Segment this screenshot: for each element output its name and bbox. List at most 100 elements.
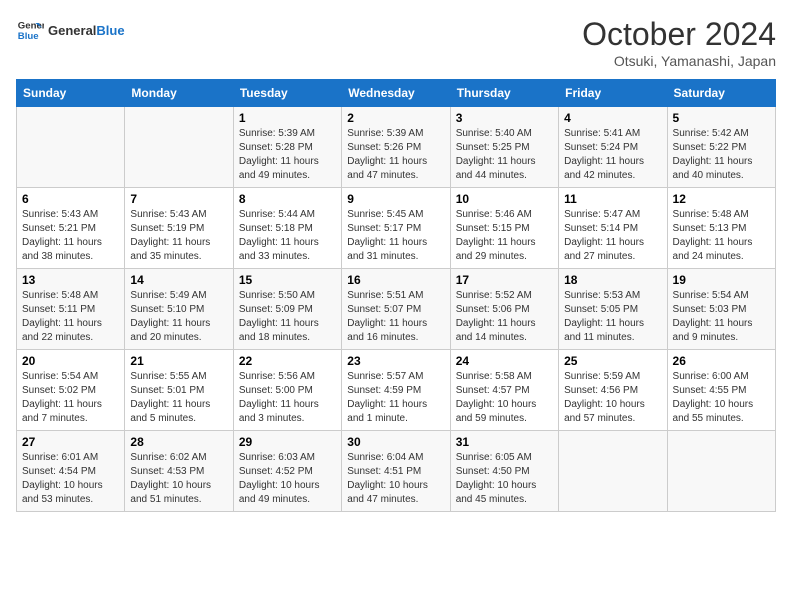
day-number: 23 <box>347 354 444 368</box>
day-info: Sunrise: 5:50 AMSunset: 5:09 PMDaylight:… <box>239 289 336 345</box>
day-info: Sunrise: 5:58 AMSunset: 4:57 PMDaylight:… <box>456 370 553 426</box>
calendar-day-23: 23 Sunrise: 5:57 AMSunset: 4:59 PMDayligh… <box>342 350 450 431</box>
day-number: 12 <box>673 192 770 206</box>
calendar-day-9: 9 Sunrise: 5:45 AMSunset: 5:17 PMDaylight… <box>342 188 450 269</box>
calendar-day-18: 18 Sunrise: 5:53 AMSunset: 5:05 PMDayligh… <box>559 269 667 350</box>
month-title: October 2024 <box>582 16 776 53</box>
day-info: Sunrise: 5:43 AMSunset: 5:21 PMDaylight:… <box>22 208 119 264</box>
day-info: Sunrise: 5:45 AMSunset: 5:17 PMDaylight:… <box>347 208 444 264</box>
day-info: Sunrise: 5:40 AMSunset: 5:25 PMDaylight:… <box>456 127 553 183</box>
calendar-table: SundayMondayTuesdayWednesdayThursdayFrid… <box>16 79 776 512</box>
calendar-day-3: 3 Sunrise: 5:40 AMSunset: 5:25 PMDaylight… <box>450 107 558 188</box>
logo-text: GeneralBlue <box>48 23 125 39</box>
calendar-day-30: 30 Sunrise: 6:04 AMSunset: 4:51 PMDayligh… <box>342 431 450 512</box>
calendar-day-6: 6 Sunrise: 5:43 AMSunset: 5:21 PMDaylight… <box>17 188 125 269</box>
day-info: Sunrise: 5:47 AMSunset: 5:14 PMDaylight:… <box>564 208 661 264</box>
day-info: Sunrise: 5:56 AMSunset: 5:00 PMDaylight:… <box>239 370 336 426</box>
day-number: 1 <box>239 111 336 125</box>
day-info: Sunrise: 6:03 AMSunset: 4:52 PMDaylight:… <box>239 451 336 507</box>
day-info: Sunrise: 5:46 AMSunset: 5:15 PMDaylight:… <box>456 208 553 264</box>
calendar-day-19: 19Sunrise: 5:54 AMSunset: 5:03 PMDayligh… <box>667 269 775 350</box>
day-info: Sunrise: 6:00 AMSunset: 4:55 PMDaylight:… <box>673 370 770 426</box>
day-info: Sunrise: 5:57 AMSunset: 4:59 PMDaylight:… <box>347 370 444 426</box>
day-info: Sunrise: 6:05 AMSunset: 4:50 PMDaylight:… <box>456 451 553 507</box>
day-number: 15 <box>239 273 336 287</box>
day-info: Sunrise: 5:59 AMSunset: 4:56 PMDaylight:… <box>564 370 661 426</box>
page-header: General Blue GeneralBlue October 2024 Ot… <box>16 16 776 69</box>
day-info: Sunrise: 5:48 AMSunset: 5:11 PMDaylight:… <box>22 289 119 345</box>
day-info: Sunrise: 5:55 AMSunset: 5:01 PMDaylight:… <box>130 370 227 426</box>
calendar-day-28: 28 Sunrise: 6:02 AMSunset: 4:53 PMDayligh… <box>125 431 233 512</box>
day-number: 17 <box>456 273 553 287</box>
day-number: 20 <box>22 354 119 368</box>
header-wednesday: Wednesday <box>342 80 450 107</box>
day-number: 11 <box>564 192 661 206</box>
day-number: 14 <box>130 273 227 287</box>
day-info: Sunrise: 5:44 AMSunset: 5:18 PMDaylight:… <box>239 208 336 264</box>
day-number: 2 <box>347 111 444 125</box>
calendar-empty-cell <box>667 431 775 512</box>
header-tuesday: Tuesday <box>233 80 341 107</box>
header-thursday: Thursday <box>450 80 558 107</box>
day-info: Sunrise: 5:39 AMSunset: 5:26 PMDaylight:… <box>347 127 444 183</box>
day-number: 30 <box>347 435 444 449</box>
header-friday: Friday <box>559 80 667 107</box>
calendar-day-17: 17 Sunrise: 5:52 AMSunset: 5:06 PMDayligh… <box>450 269 558 350</box>
day-number: 24 <box>456 354 553 368</box>
day-info: Sunrise: 5:54 AMSunset: 5:02 PMDaylight:… <box>22 370 119 426</box>
calendar-header-row: SundayMondayTuesdayWednesdayThursdayFrid… <box>17 80 776 107</box>
calendar-day-25: 25 Sunrise: 5:59 AMSunset: 4:56 PMDayligh… <box>559 350 667 431</box>
calendar-week-row: 1 Sunrise: 5:39 AMSunset: 5:28 PMDaylight… <box>17 107 776 188</box>
day-number: 7 <box>130 192 227 206</box>
day-info: Sunrise: 5:53 AMSunset: 5:05 PMDaylight:… <box>564 289 661 345</box>
calendar-day-21: 21 Sunrise: 5:55 AMSunset: 5:01 PMDayligh… <box>125 350 233 431</box>
calendar-day-8: 8 Sunrise: 5:44 AMSunset: 5:18 PMDaylight… <box>233 188 341 269</box>
calendar-day-12: 12 Sunrise: 5:48 AMSunset: 5:13 PMDayligh… <box>667 188 775 269</box>
calendar-day-7: 7 Sunrise: 5:43 AMSunset: 5:19 PMDaylight… <box>125 188 233 269</box>
day-info: Sunrise: 6:02 AMSunset: 4:53 PMDaylight:… <box>130 451 227 507</box>
calendar-week-row: 20 Sunrise: 5:54 AMSunset: 5:02 PMDayligh… <box>17 350 776 431</box>
day-number: 18 <box>564 273 661 287</box>
calendar-day-15: 15 Sunrise: 5:50 AMSunset: 5:09 PMDayligh… <box>233 269 341 350</box>
calendar-day-22: 22 Sunrise: 5:56 AMSunset: 5:00 PMDayligh… <box>233 350 341 431</box>
calendar-day-16: 16Sunrise: 5:51 AMSunset: 5:07 PMDayligh… <box>342 269 450 350</box>
day-number: 5 <box>673 111 770 125</box>
day-number: 21 <box>130 354 227 368</box>
day-number: 27 <box>22 435 119 449</box>
calendar-day-13: 13 Sunrise: 5:48 AMSunset: 5:11 PMDayligh… <box>17 269 125 350</box>
day-number: 26 <box>673 354 770 368</box>
calendar-day-4: 4Sunrise: 5:41 AMSunset: 5:24 PMDaylight… <box>559 107 667 188</box>
day-number: 28 <box>130 435 227 449</box>
calendar-empty-cell <box>125 107 233 188</box>
day-number: 22 <box>239 354 336 368</box>
day-number: 9 <box>347 192 444 206</box>
day-info: Sunrise: 5:52 AMSunset: 5:06 PMDaylight:… <box>456 289 553 345</box>
calendar-day-27: 27Sunrise: 6:01 AMSunset: 4:54 PMDayligh… <box>17 431 125 512</box>
header-sunday: Sunday <box>17 80 125 107</box>
day-info: Sunrise: 5:42 AMSunset: 5:22 PMDaylight:… <box>673 127 770 183</box>
logo: General Blue GeneralBlue <box>16 16 125 44</box>
day-info: Sunrise: 5:49 AMSunset: 5:10 PMDaylight:… <box>130 289 227 345</box>
day-info: Sunrise: 5:39 AMSunset: 5:28 PMDaylight:… <box>239 127 336 183</box>
day-number: 19 <box>673 273 770 287</box>
svg-text:Blue: Blue <box>18 31 39 42</box>
day-info: Sunrise: 6:04 AMSunset: 4:51 PMDaylight:… <box>347 451 444 507</box>
calendar-day-2: 2 Sunrise: 5:39 AMSunset: 5:26 PMDaylight… <box>342 107 450 188</box>
calendar-day-10: 10 Sunrise: 5:46 AMSunset: 5:15 PMDayligh… <box>450 188 558 269</box>
day-number: 10 <box>456 192 553 206</box>
day-number: 31 <box>456 435 553 449</box>
day-number: 8 <box>239 192 336 206</box>
day-number: 13 <box>22 273 119 287</box>
day-number: 25 <box>564 354 661 368</box>
title-block: October 2024 Otsuki, Yamanashi, Japan <box>582 16 776 69</box>
day-number: 3 <box>456 111 553 125</box>
calendar-empty-cell <box>559 431 667 512</box>
day-info: Sunrise: 5:43 AMSunset: 5:19 PMDaylight:… <box>130 208 227 264</box>
calendar-week-row: 13 Sunrise: 5:48 AMSunset: 5:11 PMDayligh… <box>17 269 776 350</box>
day-number: 4 <box>564 111 661 125</box>
calendar-week-row: 27Sunrise: 6:01 AMSunset: 4:54 PMDayligh… <box>17 431 776 512</box>
day-info: Sunrise: 5:51 AMSunset: 5:07 PMDaylight:… <box>347 289 444 345</box>
day-info: Sunrise: 5:48 AMSunset: 5:13 PMDaylight:… <box>673 208 770 264</box>
day-number: 6 <box>22 192 119 206</box>
calendar-day-11: 11 Sunrise: 5:47 AMSunset: 5:14 PMDayligh… <box>559 188 667 269</box>
